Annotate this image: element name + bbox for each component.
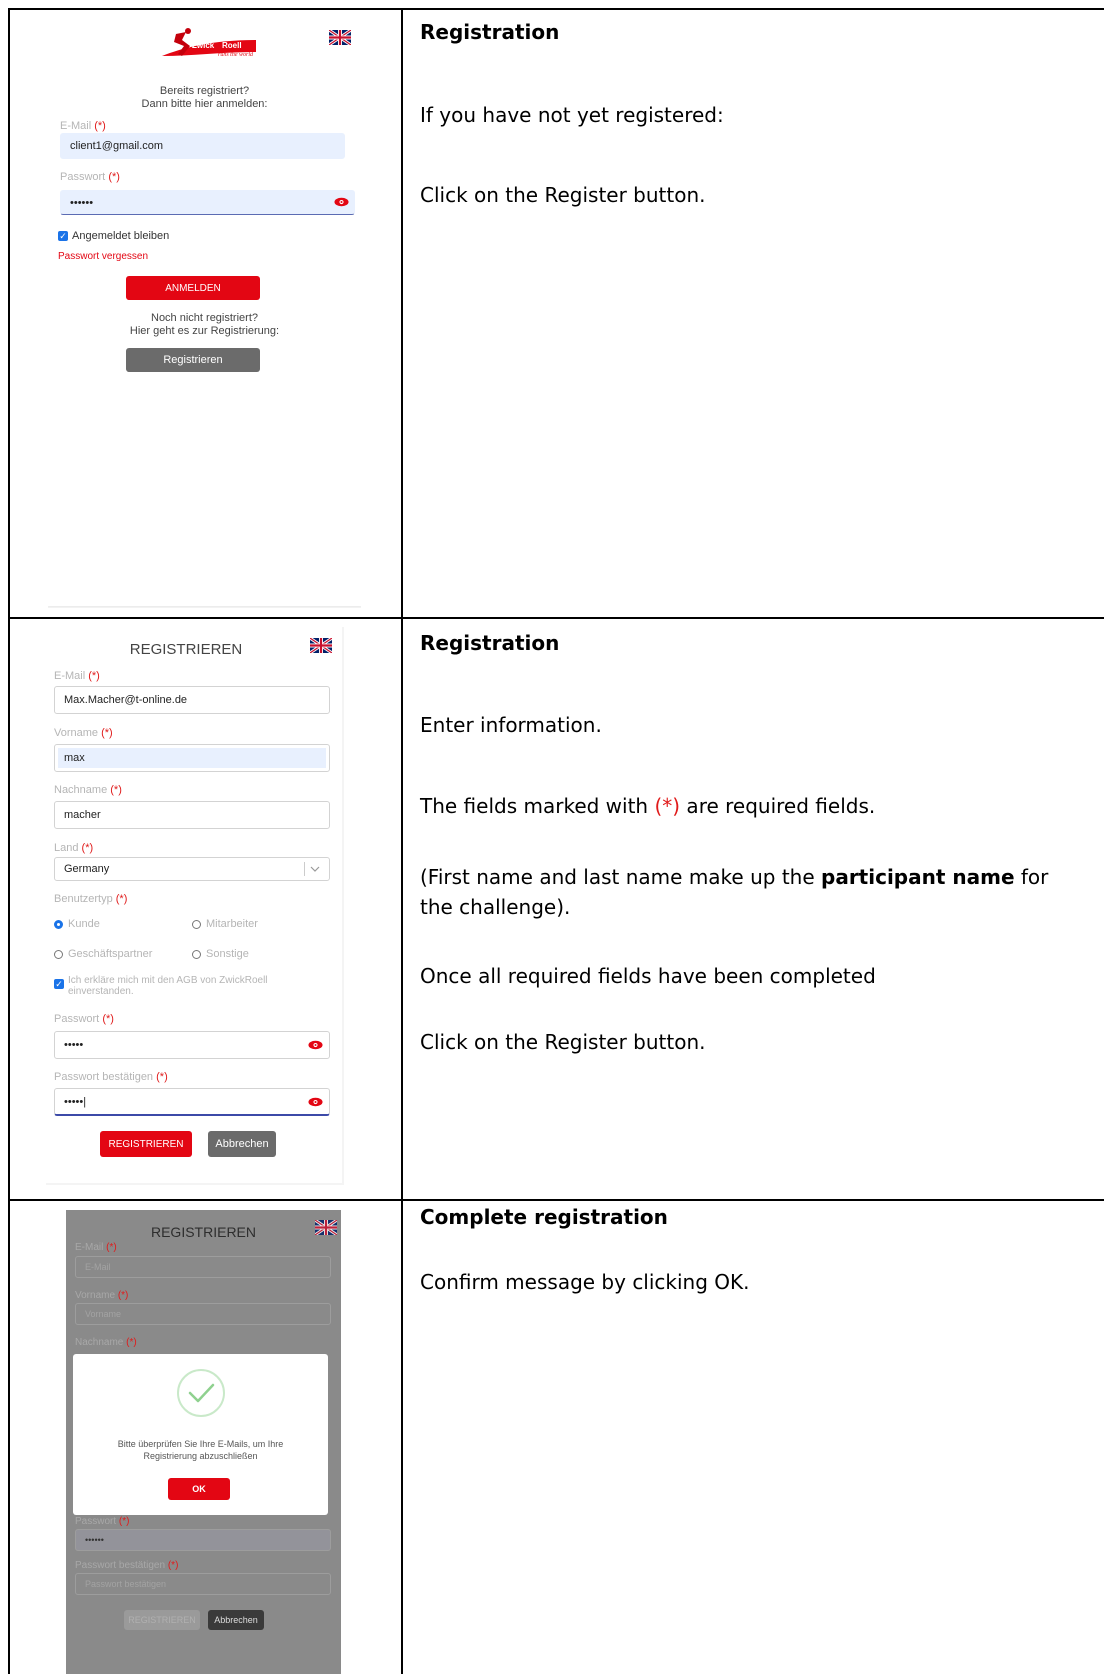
row2-paragraph-2: The fields marked with (*) are required … [420, 794, 876, 818]
email-field[interactable]: Max.Macher@t-online.de [54, 686, 330, 714]
email-field[interactable]: E-Mail [75, 1256, 331, 1278]
radio-mitarbeiter[interactable]: Mitarbeiter [192, 918, 258, 930]
lastname-label: Nachname (*) [54, 784, 122, 796]
cancel-button[interactable]: Abbrechen [208, 1131, 276, 1157]
uk-flag-icon[interactable] [310, 638, 332, 653]
terms-label: Ich erkläre mich mit den AGB von ZwickRo… [68, 975, 268, 997]
table-border-row2 [8, 1199, 1104, 1201]
password-value: •••••• [70, 196, 94, 209]
password-label: Passwort (*) [60, 171, 120, 183]
country-select[interactable]: Germany [54, 857, 330, 881]
firstname-field[interactable]: max [54, 744, 330, 772]
email-label: E-Mail (*) [75, 1242, 117, 1253]
uk-flag-icon[interactable] [329, 30, 351, 45]
row1-paragraph-2: Click on the Register button. [420, 183, 706, 207]
svg-text:runs the world: runs the world [218, 52, 254, 58]
confirm-password-field[interactable]: Passwort bestätigen [75, 1573, 331, 1595]
email-label: E-Mail (*) [60, 120, 106, 132]
email-field[interactable]: client1@gmail.com [60, 133, 345, 159]
register-title: REGISTRIEREN [129, 641, 243, 658]
row1-paragraph-1: If you have not yet registered: [420, 103, 724, 127]
country-label: Land (*) [54, 842, 94, 854]
row2-paragraph-5: Click on the Register button. [420, 1030, 706, 1054]
password-field[interactable]: ••••• [54, 1031, 330, 1059]
usertype-label: Benutzertyp (*) [54, 893, 128, 905]
confirm-password-label: Passwort bestätigen (*) [75, 1560, 179, 1571]
table-border-left [8, 8, 10, 1674]
login-button[interactable]: ANMELDEN [126, 276, 260, 300]
register-screenshot: REGISTRIEREN E-Mail (*) Max.Macher@t-onl… [46, 627, 344, 1185]
register-submit-button[interactable]: REGISTRIEREN [100, 1131, 192, 1157]
firstname-field[interactable]: Vorname [75, 1303, 331, 1325]
chevron-down-icon[interactable] [310, 865, 320, 873]
terms-checkbox[interactable]: ✓ Ich erkläre mich mit den AGB von Zwick… [54, 975, 268, 997]
confirmation-dialog: Bitte überprüfen Sie Ihre E-Mails, um Ih… [73, 1354, 328, 1515]
table-border-middle [401, 8, 403, 1674]
complete-title: REGISTRIEREN [150, 1224, 256, 1240]
cancel-button[interactable]: Abbrechen [208, 1610, 264, 1630]
row1-heading: Registration [420, 20, 560, 44]
uk-flag-icon[interactable] [315, 1220, 337, 1235]
firstname-value: max [58, 748, 326, 768]
document-table: Registration If you have not yet registe… [0, 0, 1104, 1674]
radio-geschaeftspartner[interactable]: Geschäftspartner [54, 948, 152, 960]
svg-text:Zwick: Zwick [192, 41, 215, 50]
complete-screenshot: REGISTRIEREN E-Mail (*) E-Mail Vorname (… [66, 1210, 341, 1674]
row2-heading: Registration [420, 631, 560, 655]
remember-checkbox[interactable]: ✓ Angemeldet bleiben [58, 230, 169, 242]
firstname-label: Vorname (*) [75, 1290, 129, 1301]
eye-icon[interactable] [308, 1097, 323, 1107]
row3-paragraph-1: Confirm message by clicking OK. [420, 1270, 750, 1294]
check-circle-icon [177, 1369, 225, 1417]
radio-kunde[interactable]: Kunde [54, 918, 100, 930]
password-label: Passwort (*) [54, 1013, 114, 1025]
login-intro: Bereits registriert? Dann bitte hier anme… [141, 85, 268, 110]
remember-label: Angemeldet bleiben [72, 230, 170, 242]
table-border-top [8, 8, 1104, 10]
lastname-label: Nachname (*) [75, 1337, 137, 1348]
radio-sonstige[interactable]: Sonstige [192, 948, 249, 960]
zwickroell-logo: Zwick Roell runs the world [162, 28, 256, 58]
forgot-password-link[interactable]: Passwort vergessen [58, 251, 148, 262]
svg-text:Roell: Roell [222, 41, 242, 50]
row2-paragraph-3: (First name and last name make up the pa… [420, 865, 1049, 919]
register-submit-button[interactable]: REGISTRIEREN [124, 1610, 200, 1630]
firstname-label: Vorname (*) [54, 727, 113, 739]
checkbox-checked-icon: ✓ [58, 231, 68, 241]
table-border-row1 [8, 617, 1104, 619]
password-label: Passwort (*) [75, 1516, 130, 1527]
eye-icon[interactable] [308, 1040, 323, 1050]
ok-button[interactable]: OK [168, 1478, 230, 1500]
checkbox-checked-icon: ✓ [54, 979, 64, 989]
row2-paragraph-1: Enter information. [420, 713, 602, 737]
register-intro: Noch nicht registriert? Hier geht es zur … [129, 312, 280, 337]
confirm-password-label: Passwort bestätigen (*) [54, 1071, 168, 1083]
lastname-field[interactable]: macher [54, 801, 330, 829]
password-field[interactable]: •••••• [60, 190, 355, 215]
email-label: E-Mail (*) [54, 670, 100, 682]
login-screenshot: Zwick Roell runs the world Bereits regis… [48, 18, 361, 608]
row3-heading: Complete registration [420, 1205, 668, 1229]
confirm-password-field[interactable]: •••••| [54, 1088, 330, 1116]
eye-icon[interactable] [334, 197, 349, 207]
password-field[interactable]: •••••• [75, 1529, 331, 1551]
register-button[interactable]: Registrieren [126, 348, 260, 372]
dialog-message: Bitte überprüfen Sie Ihre E-Mails, um Ih… [117, 1439, 284, 1461]
country-value: Germany [64, 863, 110, 875]
select-divider [304, 862, 305, 876]
row2-paragraph-4: Once all required fields have been compl… [420, 964, 876, 988]
